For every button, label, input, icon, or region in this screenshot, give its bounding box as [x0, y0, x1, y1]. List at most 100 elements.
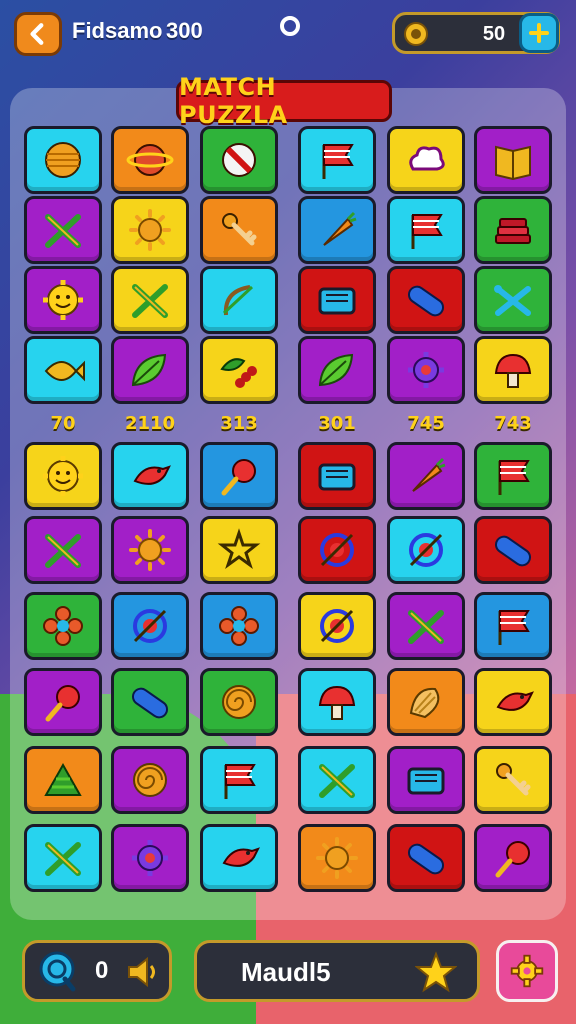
- tile-sun[interactable]: [111, 196, 189, 264]
- tile-flag[interactable]: [200, 746, 278, 814]
- tile-sun[interactable]: [111, 516, 189, 584]
- tile-cloud[interactable]: [387, 126, 465, 194]
- star-icon: [217, 528, 261, 569]
- bird-icon: [496, 691, 534, 711]
- tile-fish[interactable]: [24, 336, 102, 404]
- target-icon: [320, 609, 354, 643]
- tile-crossed-sticks[interactable]: [298, 746, 376, 814]
- tile-flag[interactable]: [474, 442, 552, 510]
- tile-crossed-sticks[interactable]: [111, 266, 189, 334]
- tile-capsule[interactable]: [111, 668, 189, 736]
- box-icon: [407, 767, 445, 795]
- tile-target[interactable]: [298, 592, 376, 660]
- spiral-icon: [222, 685, 256, 719]
- level-name: Maudl5: [241, 957, 331, 987]
- tile-tree[interactable]: [24, 746, 102, 814]
- tile-crossed-sticks[interactable]: [24, 824, 102, 892]
- chevron-left-icon: [30, 23, 44, 45]
- tile-gear[interactable]: [387, 336, 465, 404]
- tile-flag[interactable]: [298, 126, 376, 194]
- tile-bow[interactable]: [200, 266, 278, 334]
- column-label: 70: [50, 413, 76, 434]
- tile-box[interactable]: [298, 266, 376, 334]
- tile-spiral[interactable]: [200, 668, 278, 736]
- tile-bird[interactable]: [474, 668, 552, 736]
- tile-smiley-gear[interactable]: [24, 442, 102, 510]
- tile-flag[interactable]: [387, 196, 465, 264]
- tile-spiral[interactable]: [111, 746, 189, 814]
- tile-key[interactable]: [474, 746, 552, 814]
- magnifier-hint-icon[interactable]: [35, 949, 79, 993]
- tile-box[interactable]: [298, 442, 376, 510]
- tile-key[interactable]: [200, 196, 278, 264]
- tile-planet[interactable]: [111, 126, 189, 194]
- coin-counter: 50: [392, 12, 560, 54]
- tile-flower[interactable]: [24, 592, 102, 660]
- sun-icon: [129, 529, 171, 571]
- capsule-icon: [407, 285, 445, 317]
- tile-smiley-gear[interactable]: [24, 266, 102, 334]
- shell-icon: [409, 687, 440, 719]
- tile-mushroom[interactable]: [298, 668, 376, 736]
- tile-target[interactable]: [387, 516, 465, 584]
- tile-stack[interactable]: [474, 196, 552, 264]
- tile-compass[interactable]: [200, 126, 278, 194]
- crossed-sticks-icon: [45, 842, 81, 876]
- tile-crossed-sticks[interactable]: [24, 516, 102, 584]
- tile-carrot[interactable]: [387, 442, 465, 510]
- tile-target[interactable]: [111, 592, 189, 660]
- tile-mushroom[interactable]: [474, 336, 552, 404]
- tile-box[interactable]: [387, 746, 465, 814]
- tile-wrench[interactable]: [474, 266, 552, 334]
- mushroom-icon: [318, 685, 356, 720]
- tile-paddle[interactable]: [200, 442, 278, 510]
- tile-capsule[interactable]: [387, 824, 465, 892]
- tile-leaf[interactable]: [111, 336, 189, 404]
- tile-gear[interactable]: [111, 824, 189, 892]
- column-label: 745: [407, 413, 445, 434]
- tile-paddle[interactable]: [24, 668, 102, 736]
- flag-icon: [498, 460, 530, 495]
- smiley-gear-icon: [43, 280, 83, 320]
- carrot-icon: [323, 211, 357, 246]
- hint-panel: 0: [22, 940, 172, 1002]
- mushroom-icon: [494, 353, 532, 388]
- tile-capsule[interactable]: [387, 266, 465, 334]
- tile-berries[interactable]: [200, 336, 278, 404]
- tile-book[interactable]: [474, 126, 552, 194]
- cloud-icon: [409, 146, 445, 171]
- star-icon[interactable]: [415, 951, 457, 993]
- tile-capsule[interactable]: [474, 516, 552, 584]
- compass-icon: [222, 143, 256, 177]
- speaker-icon[interactable]: [125, 955, 159, 989]
- striped-ball-icon: [45, 142, 81, 178]
- tile-crossed-sticks[interactable]: [24, 196, 102, 264]
- tile-flower[interactable]: [200, 592, 278, 660]
- tile-striped-ball[interactable]: [24, 126, 102, 194]
- tile-shell[interactable]: [387, 668, 465, 736]
- gear-icon: [510, 954, 544, 988]
- column-label: 301: [318, 413, 356, 434]
- box-icon: [318, 463, 356, 491]
- tree-icon: [44, 762, 82, 796]
- tile-bird[interactable]: [111, 442, 189, 510]
- column-label: 743: [494, 413, 532, 434]
- paddle-icon: [221, 459, 256, 496]
- add-coins-button[interactable]: [519, 13, 559, 53]
- tile-star[interactable]: [200, 516, 278, 584]
- tile-leaf[interactable]: [298, 336, 376, 404]
- settings-button[interactable]: [496, 940, 558, 1002]
- back-button[interactable]: [14, 12, 62, 56]
- carrot-icon: [412, 457, 446, 492]
- tile-crossed-sticks[interactable]: [387, 592, 465, 660]
- tile-paddle[interactable]: [474, 824, 552, 892]
- gear-icon: [408, 352, 444, 388]
- tile-flag[interactable]: [474, 592, 552, 660]
- tile-target[interactable]: [298, 516, 376, 584]
- target-icon: [409, 533, 443, 567]
- tile-bird[interactable]: [200, 824, 278, 892]
- player-score: 300: [166, 18, 203, 43]
- tile-sun[interactable]: [298, 824, 376, 892]
- berries-icon: [220, 358, 257, 388]
- tile-carrot[interactable]: [298, 196, 376, 264]
